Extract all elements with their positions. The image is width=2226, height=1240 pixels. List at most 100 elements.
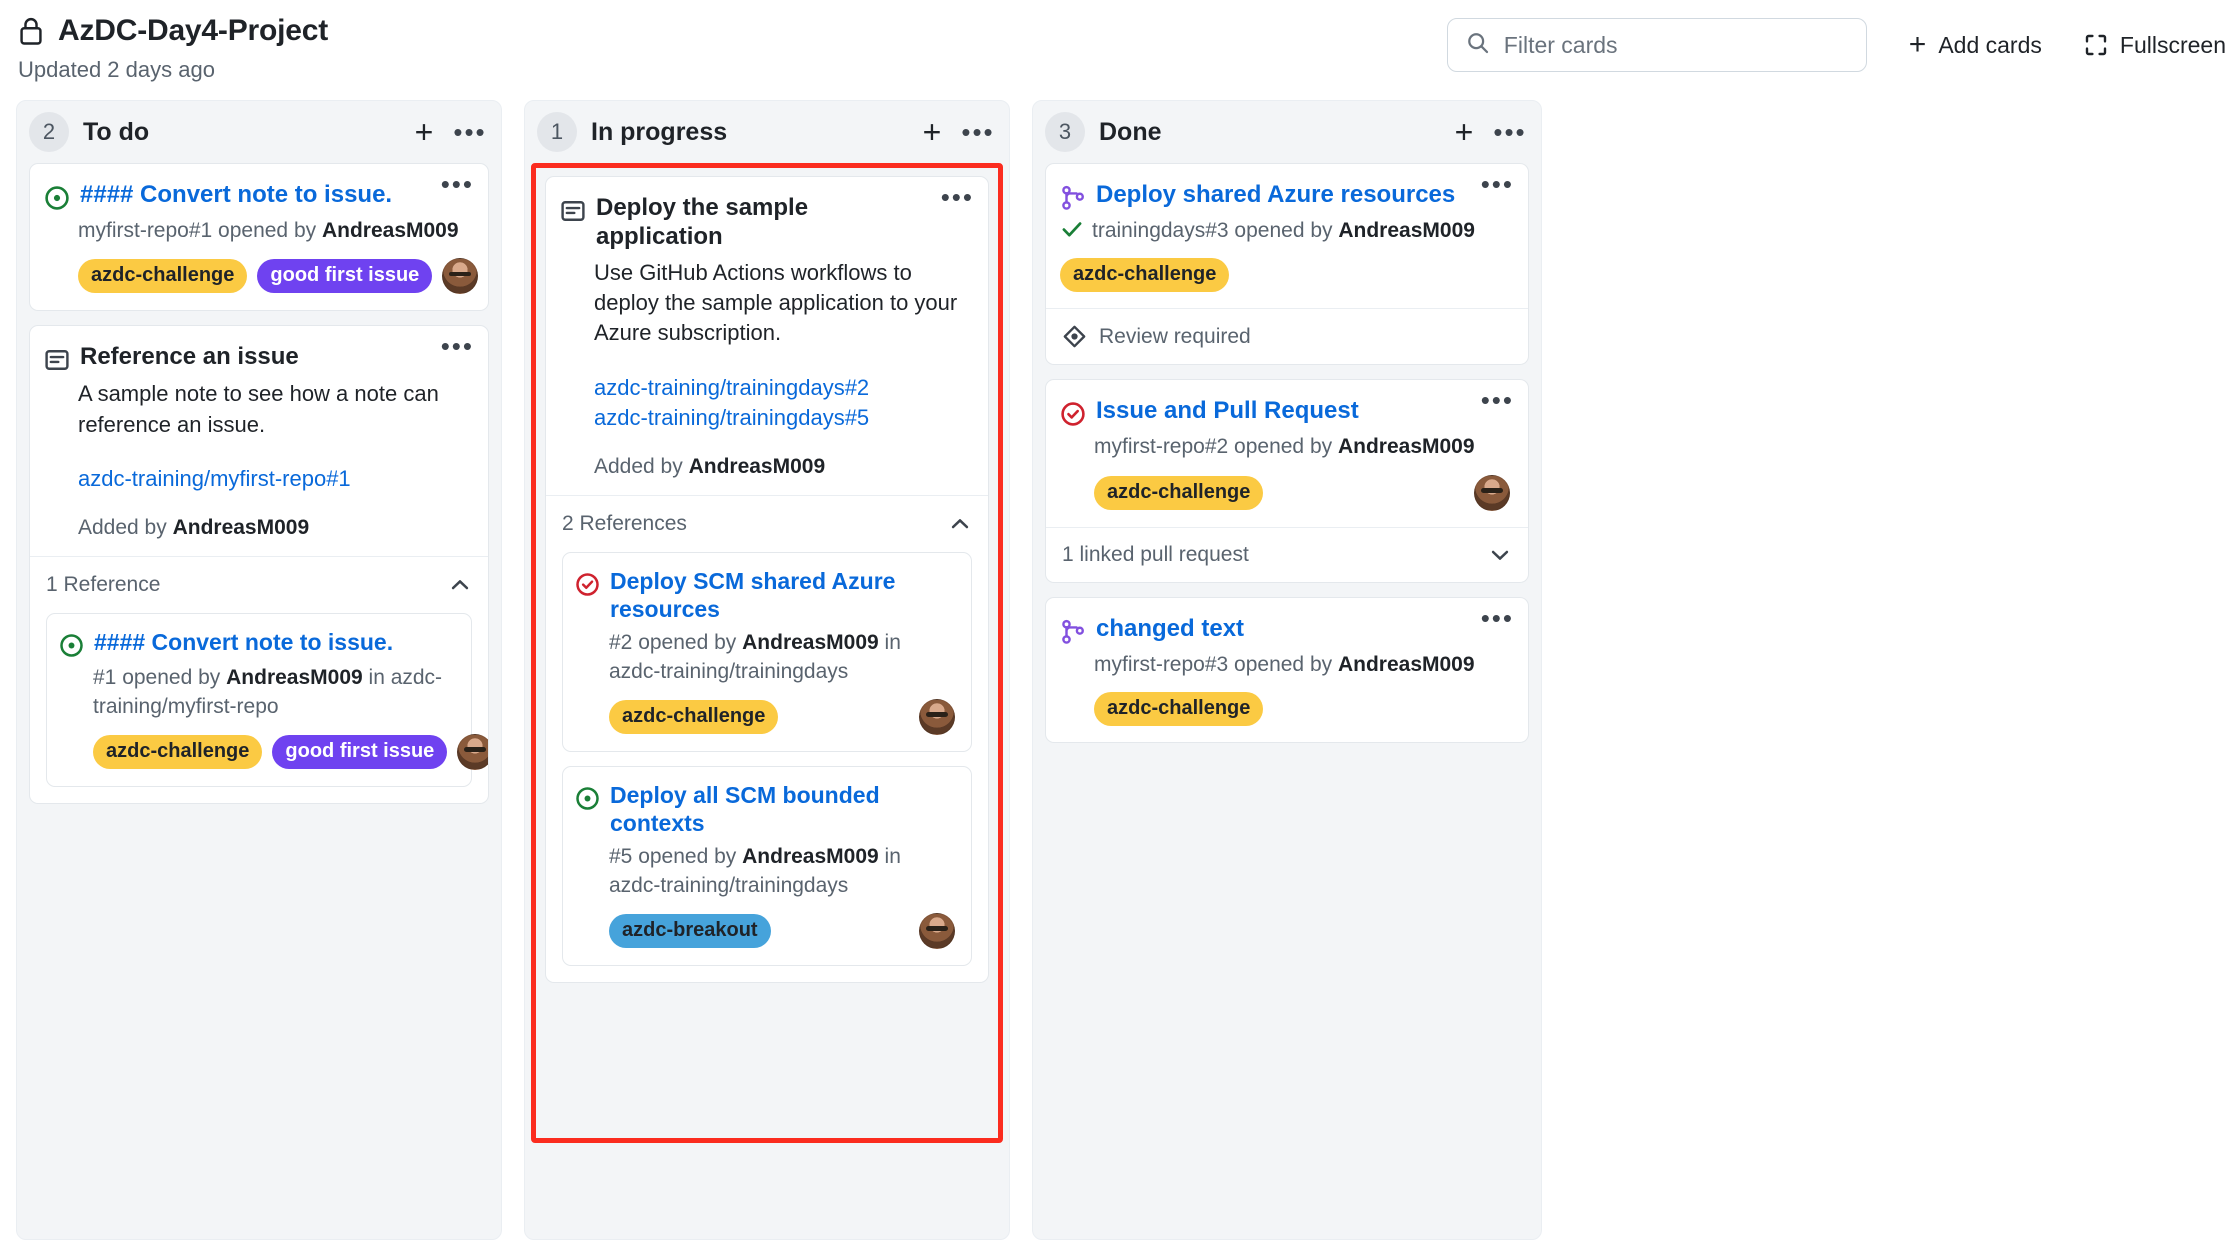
- card-meta: myfirst-repo#3 opened by AndreasM009: [1094, 652, 1475, 676]
- reference-card[interactable]: Deploy all SCM bounded contexts #5 opene…: [562, 766, 972, 966]
- fullscreen-button[interactable]: Fullscreen: [2042, 32, 2226, 59]
- card-title[interactable]: changed text: [1096, 614, 1288, 645]
- board-card[interactable]: ••• Issue and Pull Request myfirst-repo#2 …: [1045, 379, 1529, 583]
- card-link[interactable]: azdc-training/trainingdays#2: [594, 373, 970, 403]
- card-link[interactable]: azdc-training/trainingdays#5: [594, 403, 970, 433]
- card-title[interactable]: Deploy shared Azure resources: [1096, 180, 1499, 211]
- kebab-menu-icon[interactable]: •••: [441, 169, 474, 199]
- labels-row: azdc-challenge: [1094, 474, 1510, 511]
- issue-closed-icon: [1060, 396, 1086, 427]
- issue-label[interactable]: azdc-breakout: [609, 913, 771, 948]
- issue-label[interactable]: azdc-challenge: [93, 735, 263, 770]
- reference-title[interactable]: #### Convert note to issue.: [94, 628, 393, 658]
- kebab-menu-icon[interactable]: •••: [441, 331, 474, 361]
- reference-title[interactable]: Deploy all SCM bounded contexts: [610, 781, 955, 837]
- kebab-menu-icon[interactable]: •••: [453, 119, 486, 145]
- fullscreen-label: Fullscreen: [2119, 31, 2226, 58]
- board-card[interactable]: ••• Deploy the sample application Use GitH…: [545, 176, 989, 983]
- kebab-menu-icon[interactable]: •••: [1481, 169, 1514, 199]
- column-card-count: 2: [29, 112, 69, 152]
- issue-label[interactable]: good first issue: [272, 735, 448, 770]
- column-add-card-button[interactable]: +: [915, 115, 949, 149]
- card-title: Reference an issue: [80, 343, 299, 371]
- reference-card[interactable]: Deploy SCM shared Azure resources #2 ope…: [562, 552, 972, 753]
- column-header-in-progress: 1 In progress + •••: [525, 101, 1009, 163]
- git-merge-icon: [1060, 180, 1086, 211]
- card-footer-text: Review required: [1099, 324, 1251, 348]
- card-menu-button[interactable]: •••: [941, 184, 974, 211]
- references-toggle[interactable]: 2 References: [546, 495, 988, 552]
- issue-closed-icon: [575, 567, 600, 623]
- card-footer[interactable]: 1 linked pull request: [1046, 526, 1528, 582]
- chevron-up-icon[interactable]: [948, 512, 972, 536]
- card-menu-button[interactable]: •••: [1481, 605, 1514, 632]
- kebab-menu-icon[interactable]: •••: [1493, 119, 1526, 145]
- column-title: To do: [83, 117, 150, 146]
- card-note-body: A sample note to see how a note can refe…: [78, 381, 439, 437]
- column-title: Done: [1099, 117, 1162, 146]
- reference-title[interactable]: Deploy SCM shared Azure resources: [610, 567, 955, 623]
- issue-label[interactable]: azdc-challenge: [609, 700, 779, 735]
- issue-label[interactable]: azdc-challenge: [1094, 475, 1264, 510]
- chevron-down-icon[interactable]: [1488, 543, 1512, 567]
- card-links: azdc-training/myfirst-repo#1: [78, 464, 470, 494]
- issue-label[interactable]: good first issue: [257, 259, 433, 294]
- issue-label[interactable]: azdc-challenge: [1060, 258, 1230, 293]
- card-added-by: Added by AndreasM009: [78, 516, 310, 540]
- card-title: Deploy the sample application: [596, 194, 809, 251]
- reference-meta: #1 opened by AndreasM009 in azdc-trainin…: [93, 666, 443, 718]
- kebab-menu-icon[interactable]: •••: [961, 119, 994, 145]
- labels-row: azdc-challenge good first issue: [78, 258, 479, 295]
- issue-label[interactable]: azdc-challenge: [1094, 692, 1264, 727]
- column-title: In progress: [591, 117, 728, 146]
- card-note-body: Use GitHub Actions workflows to deploy t…: [594, 259, 958, 346]
- labels-row: azdc-breakout: [609, 912, 955, 949]
- kebab-menu-icon[interactable]: •••: [941, 182, 974, 212]
- column-card-count: 1: [537, 112, 577, 152]
- issue-opened-icon: [44, 180, 70, 211]
- card-title[interactable]: #### Convert note to issue.: [80, 180, 436, 211]
- kebab-menu-icon[interactable]: •••: [1481, 385, 1514, 415]
- card-title[interactable]: Issue and Pull Request: [1096, 396, 1403, 427]
- card-menu-button[interactable]: •••: [441, 333, 474, 360]
- column-add-card-button[interactable]: +: [1447, 115, 1481, 149]
- labels-row: azdc-challenge: [609, 699, 955, 736]
- filter-cards-box[interactable]: [1446, 18, 1867, 72]
- kebab-menu-icon[interactable]: •••: [1481, 603, 1514, 633]
- avatar: [457, 734, 488, 771]
- chevron-up-icon[interactable]: [448, 573, 472, 597]
- board-column-in-progress: 1 In progress + ••• ••• Deploy the sample…: [524, 100, 1010, 1240]
- board-card[interactable]: ••• #### Convert note to issue. myfirst-re…: [29, 163, 489, 312]
- board-column-done: 3 Done + ••• ••• Deploy shared Azure reso…: [1032, 100, 1542, 1240]
- board-card[interactable]: ••• Reference an issue A sample note to se…: [29, 325, 489, 805]
- column-menu-button[interactable]: •••: [961, 115, 995, 149]
- add-cards-label: Add cards: [1938, 31, 2042, 58]
- reference-meta: #5 opened by AndreasM009 in azdc-trainin…: [609, 845, 901, 897]
- card-menu-button[interactable]: •••: [441, 171, 474, 198]
- card-footer[interactable]: Review required: [1046, 308, 1528, 364]
- search-input[interactable]: [1503, 31, 1848, 59]
- board-card[interactable]: ••• changed text myfirst-repo#3 opened by …: [1045, 596, 1529, 744]
- labels-row: azdc-challenge: [1060, 258, 1510, 293]
- fullscreen-icon: [2084, 33, 2108, 57]
- column-cards-in-progress: ••• Deploy the sample application Use GitH…: [531, 163, 1003, 1143]
- column-header-done: 3 Done + •••: [1033, 101, 1541, 163]
- references-list: #### Convert note to issue. #1 opened by…: [30, 613, 488, 803]
- avatar: [442, 258, 479, 295]
- column-header-to-do: 2 To do + •••: [17, 101, 501, 163]
- header-actions: + Add cards Fullscreen: [1446, 18, 2226, 72]
- card-menu-button[interactable]: •••: [1481, 387, 1514, 414]
- board-card[interactable]: ••• Deploy shared Azure resources training…: [1045, 163, 1529, 366]
- column-add-card-button[interactable]: +: [407, 115, 441, 149]
- issue-label[interactable]: azdc-challenge: [78, 259, 248, 294]
- note-icon: [560, 193, 586, 252]
- column-menu-button[interactable]: •••: [1493, 115, 1527, 149]
- references-list: Deploy SCM shared Azure resources #2 ope…: [546, 552, 988, 982]
- reference-card[interactable]: #### Convert note to issue. #1 opened by…: [46, 613, 488, 788]
- column-cards-done: ••• Deploy shared Azure resources training…: [1033, 163, 1541, 1239]
- references-toggle[interactable]: 1 Reference: [30, 556, 488, 613]
- card-menu-button[interactable]: •••: [1481, 171, 1514, 198]
- add-cards-button[interactable]: + Add cards: [1867, 30, 2042, 60]
- column-menu-button[interactable]: •••: [453, 115, 487, 149]
- card-link[interactable]: azdc-training/myfirst-repo#1: [78, 464, 470, 494]
